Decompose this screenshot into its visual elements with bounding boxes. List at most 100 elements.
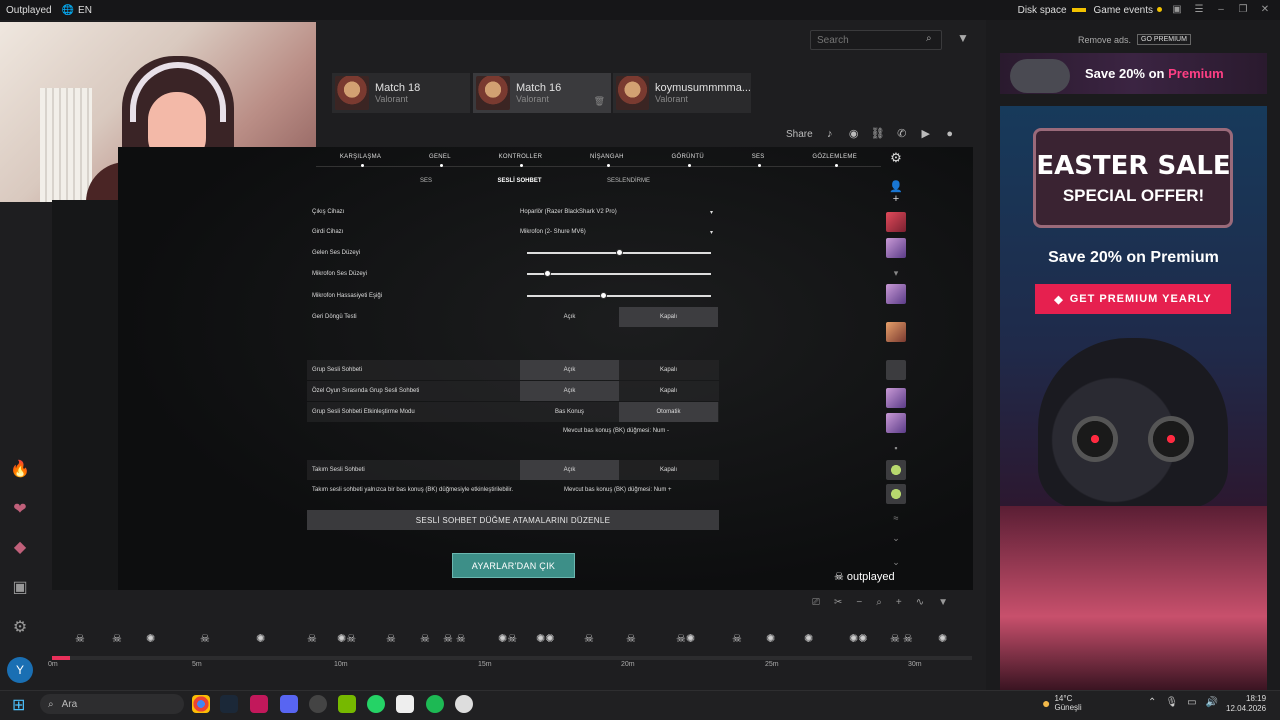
link-icon[interactable]: ⛓	[871, 127, 885, 141]
settings-gear-icon[interactable]: ⚙	[888, 150, 904, 166]
subtab-seslendirme[interactable]: SESLENDİRME	[607, 178, 650, 192]
search-input[interactable]	[810, 30, 942, 50]
search-icon[interactable]: ⌕	[926, 33, 938, 45]
nvidia-icon[interactable]	[338, 695, 356, 713]
scissors-icon[interactable]: ✂	[834, 597, 842, 611]
steam-icon[interactable]	[220, 695, 238, 713]
group-voice-off-button[interactable]: Kapalı	[619, 360, 718, 380]
apps-icon[interactable]: ▣	[9, 576, 31, 598]
tab-kontroller[interactable]: KONTROLLER	[499, 154, 543, 167]
highlights-flame-icon[interactable]: 🔥	[9, 458, 31, 480]
mic-threshold-slider[interactable]	[527, 293, 711, 298]
youtube-icon[interactable]: ▶	[919, 127, 933, 141]
tab-nisangah[interactable]: NİŞANGAH	[590, 154, 624, 167]
tab-goruntu[interactable]: GÖRÜNTÜ	[672, 154, 704, 167]
incoming-volume-slider[interactable]	[527, 250, 711, 255]
microphone-icon[interactable]: 🎙	[1165, 697, 1178, 708]
taskbar-search[interactable]: ⌕ Ara	[40, 694, 184, 714]
search-timeline-icon[interactable]: ⌕	[876, 597, 882, 611]
minimize-icon[interactable]: –	[1214, 4, 1228, 16]
subtab-ses[interactable]: SES	[420, 178, 432, 192]
match-card[interactable]: koymusummmma... Valorant	[613, 73, 751, 113]
kill-skull-icon[interactable]: ☠	[420, 632, 430, 645]
exit-settings-button[interactable]: AYARLAR'DAN ÇIK	[452, 553, 575, 578]
easter-sale-ad[interactable]: EASTER SALE SPECIAL OFFER! Save 20% on P…	[1000, 106, 1267, 506]
premium-banner-ad[interactable]: Save 20% on Premium	[1000, 53, 1267, 94]
weather-widget[interactable]: ● 14°C Güneşli	[1042, 694, 1082, 712]
agent-icon[interactable]	[886, 388, 906, 408]
push-to-talk-button[interactable]: Bas Konuş	[520, 402, 619, 422]
language-selector[interactable]: 🌐 EN	[62, 5, 92, 16]
team-voice-on-button[interactable]: Açık	[520, 460, 619, 480]
filter-icon[interactable]: ▼	[955, 31, 971, 49]
get-premium-button[interactable]: ◆ GET PREMIUM YEARLY	[1035, 284, 1231, 314]
loopback-off-button[interactable]: Kapalı	[619, 307, 718, 327]
kill-skull-icon[interactable]: ☠	[732, 632, 742, 645]
chrome-icon[interactable]	[192, 695, 210, 713]
agent-icon[interactable]	[886, 360, 906, 380]
volume-icon[interactable]: 🔊	[1206, 697, 1218, 708]
discord-icon[interactable]	[280, 695, 298, 713]
game-events-indicator[interactable]: Game events	[1094, 5, 1162, 16]
tab-genel[interactable]: GENEL	[429, 154, 451, 167]
edit-keybinds-button[interactable]: SESLİ SOHBET DÜĞME ATAMALARINI DÜZENLE	[307, 510, 719, 530]
mic-volume-slider[interactable]	[527, 271, 711, 276]
chevron-down-icon[interactable]: ▾	[886, 263, 906, 283]
discord-icon[interactable]: ◉	[847, 127, 861, 141]
multi-kill-icon[interactable]: ✺	[256, 632, 265, 645]
tiktok-icon[interactable]: ♪	[823, 127, 837, 141]
input-device-dropdown[interactable]: Mikrofon (2- Shure MV6) ▾	[520, 229, 719, 236]
agent-icon[interactable]	[886, 322, 906, 342]
tab-gozlemleme[interactable]: GÖZLEMLEME	[812, 154, 857, 167]
loopback-on-button[interactable]: Açık	[520, 307, 619, 327]
outplayed-icon[interactable]	[396, 695, 414, 713]
slider-knob[interactable]	[617, 250, 623, 255]
avatar[interactable]: Y	[7, 657, 33, 683]
custom-group-voice-on-button[interactable]: Açık	[520, 381, 619, 401]
multi-kill-icon[interactable]: ✺	[766, 632, 775, 645]
match-card[interactable]: Match 18 Valorant	[332, 73, 470, 113]
kill-skull-icon[interactable]: ☠ ☠	[890, 632, 913, 645]
kill-skull-icon[interactable]: ☠	[112, 632, 122, 645]
agent-icon[interactable]	[886, 238, 906, 258]
multi-kill-icon[interactable]: ✺	[146, 632, 155, 645]
network-icon[interactable]: ▭	[1187, 697, 1196, 708]
clock[interactable]: 18:19 12.04.2026	[1226, 694, 1266, 714]
multi-kill-icon[interactable]: ✺✺	[536, 632, 554, 645]
kill-skull-icon[interactable]: ☠	[75, 632, 85, 645]
kill-skull-icon[interactable]: ☠	[200, 632, 210, 645]
whatsapp-icon[interactable]: ✆	[895, 127, 909, 141]
custom-group-voice-off-button[interactable]: Kapalı	[619, 381, 718, 401]
multi-kill-icon[interactable]: ✺	[804, 632, 813, 645]
slider-knob[interactable]	[545, 271, 551, 276]
multi-kill-icon[interactable]: ✺	[938, 632, 947, 645]
add-friend-icon[interactable]: 👤+	[888, 180, 904, 205]
chat-icon[interactable]: ▪	[886, 438, 906, 458]
remove-ads-label[interactable]: Remove ads.	[1078, 35, 1131, 45]
subtab-sesli-sohbet[interactable]: SESLİ SOHBET	[497, 178, 541, 192]
spike-icon[interactable]	[886, 460, 906, 480]
zoom-out-icon[interactable]: −	[856, 597, 862, 611]
kill-skull-icon[interactable]: ☠	[386, 632, 396, 645]
trash-icon[interactable]: 🗑	[594, 96, 605, 107]
settings-window-icon[interactable]: ▣	[1170, 4, 1184, 16]
automatic-button[interactable]: Otomatik	[619, 402, 718, 422]
windows-start-icon[interactable]: ⊞	[12, 695, 30, 714]
agent-icon[interactable]	[886, 212, 906, 232]
agent-icon[interactable]	[886, 413, 906, 433]
agent-icon[interactable]	[886, 284, 906, 304]
multi-kill-icon[interactable]: ☠✺	[676, 632, 695, 645]
multi-kill-icon[interactable]: ✺✺	[849, 632, 867, 645]
kill-skull-icon[interactable]: ☠	[626, 632, 636, 645]
wifi-icon[interactable]: ≈	[886, 508, 906, 528]
filter-icon[interactable]: ▼	[938, 597, 948, 611]
favorites-heart-icon[interactable]: ❤	[9, 498, 31, 520]
multi-kill-icon[interactable]: ✺☠	[498, 632, 517, 645]
gem-icon[interactable]: ◆	[9, 536, 31, 558]
menu-icon[interactable]: ☰	[1192, 4, 1206, 16]
disk-space-indicator[interactable]: Disk space	[1018, 5, 1086, 16]
tab-karsilasma[interactable]: KARŞILAŞMA	[340, 154, 381, 167]
kill-skull-icon[interactable]: ☠ ☠	[443, 632, 466, 645]
chatgpt-icon[interactable]	[455, 695, 473, 713]
chevron-down-icon[interactable]: ⌄	[886, 528, 906, 548]
